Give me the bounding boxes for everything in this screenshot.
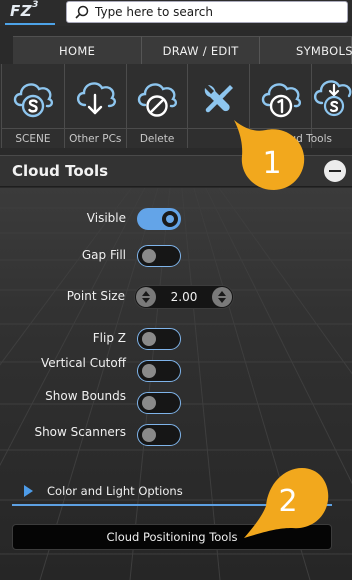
delete-button-label: Delete	[126, 128, 188, 148]
toggle-knob	[142, 428, 156, 442]
flip-z-row: Flip Z	[0, 328, 352, 350]
top-bar: FZ3	[0, 0, 352, 26]
toggle-knob	[142, 396, 156, 410]
visible-label: Visible	[86, 211, 126, 225]
stepper-right-arrows[interactable]	[212, 287, 232, 307]
logo-text: FZ	[10, 2, 33, 20]
cloud-delete-icon	[132, 74, 182, 120]
toggle-knob	[142, 332, 156, 346]
tab-draw-edit[interactable]: DRAW / EDIT	[142, 36, 260, 64]
flip-z-label: Flip Z	[92, 331, 126, 345]
cloud-one-icon	[256, 74, 306, 120]
scene-button[interactable]: SCENE	[1, 64, 65, 148]
callout-2-number: 2	[278, 484, 297, 519]
vertical-cutoff-toggle[interactable]	[137, 360, 181, 382]
tab-symbols[interactable]: SYMBOLS	[260, 36, 352, 64]
delete-button[interactable]: Delete	[126, 64, 189, 148]
toggle-knob	[162, 211, 178, 227]
scene-button-label: SCENE	[2, 128, 64, 148]
toggle-knob	[142, 364, 156, 378]
visible-toggle[interactable]	[137, 208, 181, 230]
toggle-knob	[142, 249, 156, 263]
callout-2: 2	[244, 468, 329, 538]
point-size-value[interactable]: 2.00	[157, 290, 211, 304]
app-logo[interactable]: FZ3	[10, 0, 39, 20]
point-size-row: Point Size 2.00	[0, 285, 352, 309]
cloud-download-icon	[70, 74, 120, 120]
color-light-options-label: Color and Light Options	[47, 484, 183, 498]
tools-icon	[194, 74, 244, 120]
logo-underline	[5, 23, 55, 25]
panel-title: Cloud Tools	[12, 162, 109, 180]
logo-sup: 3	[32, 0, 39, 10]
show-bounds-row: Show Bounds	[0, 389, 352, 414]
show-scanners-toggle[interactable]	[137, 424, 181, 446]
tab-home[interactable]: HOME	[13, 36, 143, 64]
callout-1: 1	[234, 120, 305, 190]
search-input[interactable]	[95, 5, 347, 19]
show-scanners-label: Show Scanners	[34, 425, 126, 439]
vertical-cutoff-row: Vertical Cutoff	[0, 356, 352, 382]
other-pcs-button-label: Other PCs	[64, 128, 126, 148]
point-size-label: Point Size	[66, 289, 125, 303]
collapse-button[interactable]	[324, 160, 346, 182]
callout-1-number: 1	[262, 146, 281, 181]
gap-fill-toggle[interactable]	[137, 245, 181, 267]
minus-icon	[329, 170, 341, 172]
gap-fill-row: Gap Fill	[0, 245, 352, 267]
stepper-left-arrows[interactable]	[136, 287, 156, 307]
ribbon-tabs: HOME DRAW / EDIT SYMBOLS	[0, 36, 352, 64]
flip-z-toggle[interactable]	[137, 328, 181, 350]
show-scanners-row: Show Scanners	[0, 424, 352, 446]
other-pcs-button[interactable]: Other PCs	[64, 64, 127, 148]
color-light-options-expander[interactable]: Color and Light Options	[24, 482, 183, 500]
vertical-cutoff-label: Vertical Cutoff	[40, 356, 126, 370]
search-icon	[75, 5, 89, 19]
show-bounds-label: Show Bounds	[45, 389, 126, 403]
gap-fill-label: Gap Fill	[81, 248, 126, 262]
show-bounds-toggle[interactable]	[137, 392, 181, 414]
point-size-stepper[interactable]: 2.00	[134, 285, 234, 309]
search-box[interactable]	[66, 1, 348, 23]
cloud-s-download-icon	[312, 74, 352, 120]
cloud-s-icon	[8, 74, 58, 120]
expand-arrow-icon	[24, 485, 33, 497]
visible-row: Visible	[0, 208, 352, 230]
